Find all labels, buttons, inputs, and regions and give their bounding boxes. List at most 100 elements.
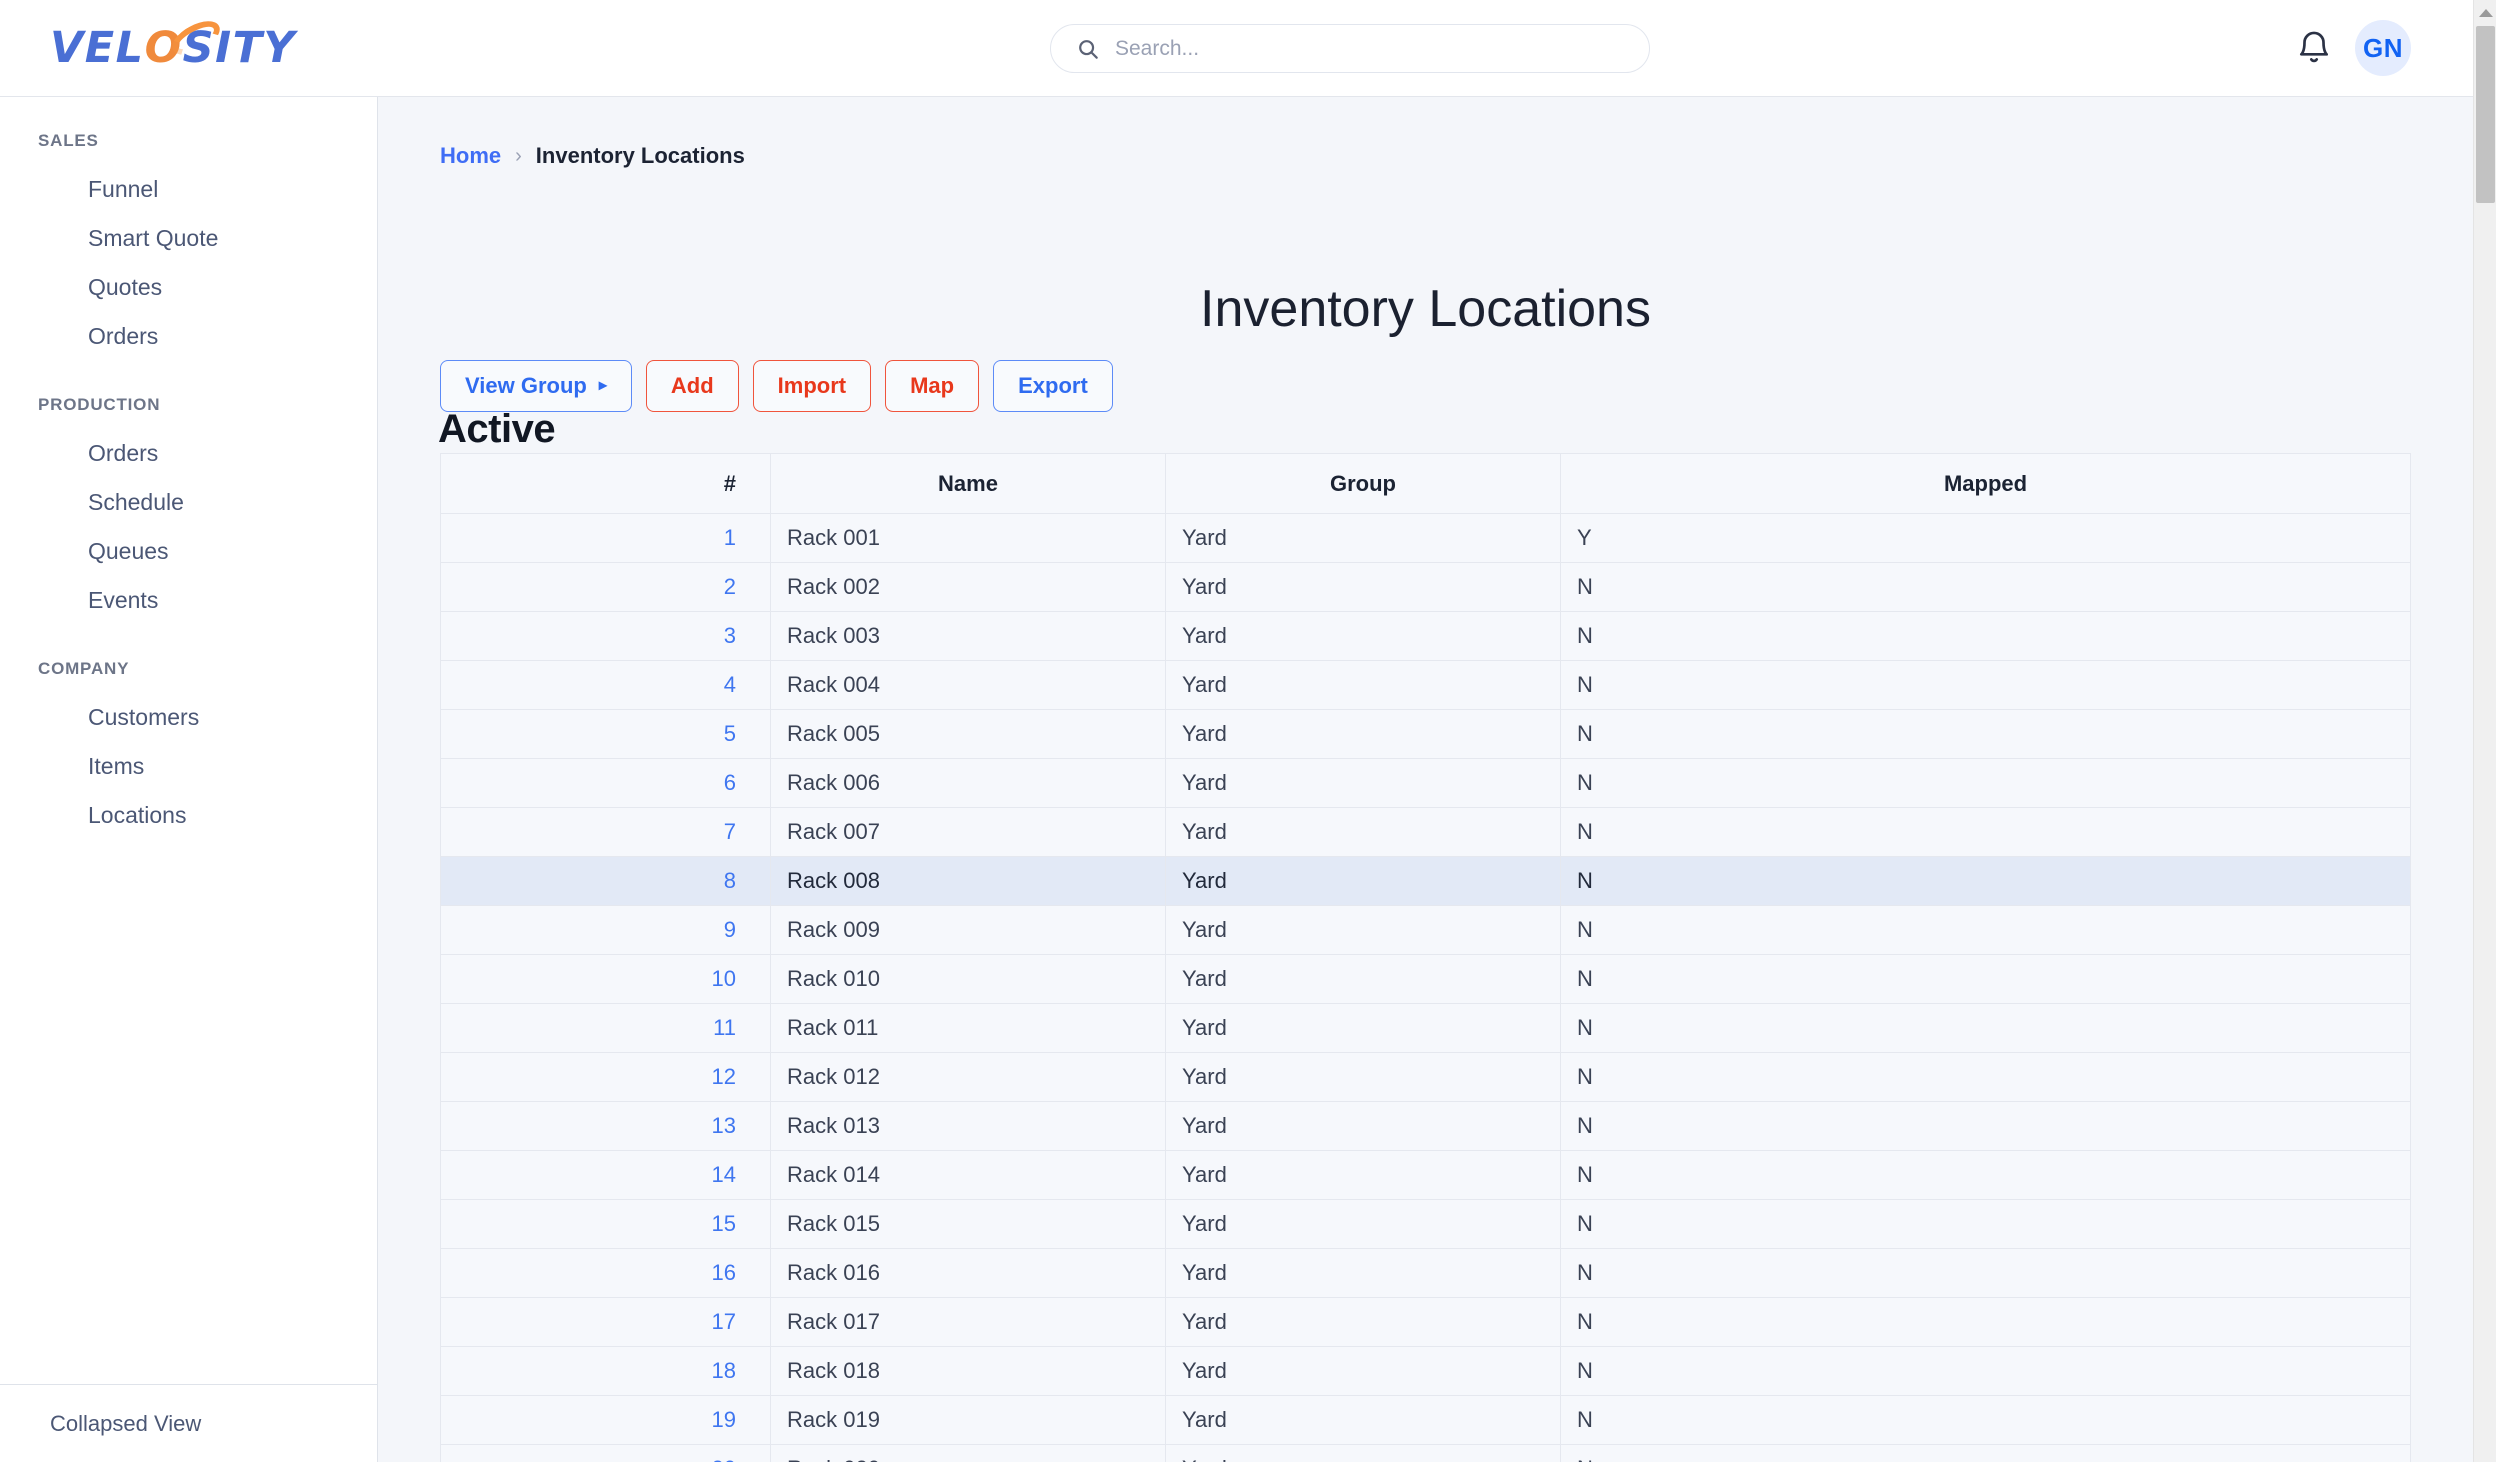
sidebar-item-schedule[interactable]: Schedule [0, 478, 377, 527]
sidebar-item-funnel[interactable]: Funnel [0, 165, 377, 214]
row-number-link[interactable]: 8 [724, 868, 736, 893]
row-number-link[interactable]: 5 [724, 721, 736, 746]
row-number-link[interactable]: 1 [724, 525, 736, 550]
cell-number: 10 [440, 954, 771, 1004]
row-number-link[interactable]: 9 [724, 917, 736, 942]
breadcrumb-current: Inventory Locations [535, 143, 745, 168]
page-title: Inventory Locations [1200, 280, 1651, 338]
scroll-up-arrow-icon[interactable] [2474, 3, 2496, 23]
cell-mapped: N [1560, 660, 2411, 710]
row-number-link[interactable]: 7 [724, 819, 736, 844]
cell-number: 9 [440, 905, 771, 955]
row-number-link[interactable]: 6 [724, 770, 736, 795]
cell-mapped: N [1560, 856, 2411, 906]
sidebar-item-events[interactable]: Events [0, 576, 377, 625]
sidebar-item-production-orders[interactable]: Orders [0, 429, 377, 478]
table-row[interactable]: 11 Rack 011 Yard N [440, 1003, 2411, 1053]
cell-mapped: N [1560, 1248, 2411, 1298]
table-row[interactable]: 1 Rack 001 Yard Y [440, 513, 2411, 563]
row-number-link[interactable]: 10 [712, 966, 736, 991]
row-number-link[interactable]: 4 [724, 672, 736, 697]
cell-number: 12 [440, 1052, 771, 1102]
breadcrumb-home-link[interactable]: Home [440, 143, 501, 169]
brand-logo[interactable]: VELOSITY [50, 14, 310, 76]
row-number-link[interactable]: 11 [713, 1015, 736, 1040]
sidebar-item-items[interactable]: Items [0, 742, 377, 791]
bell-icon[interactable] [2295, 28, 2333, 68]
cell-number: 3 [440, 611, 771, 661]
sidebar-item-queues[interactable]: Queues [0, 527, 377, 576]
add-button[interactable]: Add [645, 360, 739, 412]
table-row[interactable]: 8 Rack 008 Yard N [440, 856, 2411, 906]
search-input[interactable] [1115, 36, 1595, 61]
sidebar-item-quotes[interactable]: Quotes [0, 263, 377, 312]
cell-group: Yard [1165, 513, 1561, 563]
cell-name: Rack 007 [770, 807, 1166, 857]
global-search[interactable] [1050, 24, 1650, 73]
cell-group: Yard [1165, 1003, 1561, 1053]
table-row[interactable]: 14 Rack 014 Yard N [440, 1150, 2411, 1200]
column-header-name[interactable]: Name [770, 453, 1166, 514]
map-button[interactable]: Map [885, 360, 980, 412]
sidebar-item-smart-quote[interactable]: Smart Quote [0, 214, 377, 263]
row-number-link[interactable]: 16 [712, 1260, 736, 1285]
cell-name: Rack 018 [770, 1346, 1166, 1396]
cell-name: Rack 011 [770, 1003, 1166, 1053]
avatar[interactable]: GN [2355, 20, 2411, 76]
row-number-link[interactable]: 15 [712, 1211, 736, 1236]
cell-group: Yard [1165, 1052, 1561, 1102]
table-row[interactable]: 7 Rack 007 Yard N [440, 807, 2411, 857]
table-row[interactable]: 20 Rack 020YardN [440, 1444, 2411, 1462]
table-row[interactable]: 9 Rack 009 Yard N [440, 905, 2411, 955]
row-number-link[interactable]: 12 [712, 1064, 736, 1089]
collapsed-view-toggle[interactable]: Collapsed View [0, 1384, 378, 1462]
cell-mapped: N [1560, 562, 2411, 612]
cell-number: 11 [440, 1003, 771, 1053]
row-number-link[interactable]: 2 [724, 574, 736, 599]
row-number-link[interactable]: 20 [712, 1456, 736, 1462]
vertical-scrollbar[interactable] [2473, 0, 2496, 1462]
cell-number: 18 [440, 1346, 771, 1396]
cell-group: Yard [1165, 1248, 1561, 1298]
column-header-mapped[interactable]: Mapped [1560, 453, 2411, 514]
table-row[interactable]: 13 Rack 013 Yard N [440, 1101, 2411, 1151]
cell-mapped: N [1560, 1101, 2411, 1151]
import-button[interactable]: Import [752, 360, 872, 412]
cell-name: Rack 005 [770, 709, 1166, 759]
table-row[interactable]: 17 Rack 017 Yard N [440, 1297, 2411, 1347]
search-box[interactable] [1050, 24, 1650, 73]
cell-mapped: N [1560, 954, 2411, 1004]
sidebar-item-locations[interactable]: Locations [0, 791, 377, 840]
sidebar-item-customers[interactable]: Customers [0, 693, 377, 742]
table-row[interactable]: 18 Rack 018 Yard N [440, 1346, 2411, 1396]
cell-number: 13 [440, 1101, 771, 1151]
row-number-link[interactable]: 14 [712, 1162, 736, 1187]
table-row[interactable]: 5 Rack 005 Yard N [440, 709, 2411, 759]
table-row[interactable]: 2 Rack 002 Yard N [440, 562, 2411, 612]
cell-name: Rack 010 [770, 954, 1166, 1004]
cell-number: 15 [440, 1199, 771, 1249]
export-button[interactable]: Export [993, 360, 1113, 412]
table-row[interactable]: 10 Rack 010 Yard N [440, 954, 2411, 1004]
brand-logo-text: VELOSITY [50, 14, 296, 73]
table-row[interactable]: 12 Rack 012 Yard N [440, 1052, 2411, 1102]
view-group-button[interactable]: View Group ▸ [440, 360, 632, 412]
cell-number: 5 [440, 709, 771, 759]
sidebar-item-sales-orders[interactable]: Orders [0, 312, 377, 361]
row-number-link[interactable]: 17 [712, 1309, 736, 1334]
avatar-initials: GN [2363, 32, 2403, 63]
table-row[interactable]: 4 Rack 004 Yard N [440, 660, 2411, 710]
table-row[interactable]: 6 Rack 006 Yard N [440, 758, 2411, 808]
row-number-link[interactable]: 19 [712, 1407, 736, 1432]
table-row[interactable]: 3 Rack 003 Yard N [440, 611, 2411, 661]
row-number-link[interactable]: 3 [724, 623, 736, 648]
column-header-group[interactable]: Group [1165, 453, 1561, 514]
table-row[interactable]: 15 Rack 015 Yard N [440, 1199, 2411, 1249]
row-number-link[interactable]: 18 [712, 1358, 736, 1383]
scrollbar-thumb[interactable] [2476, 26, 2495, 203]
cell-mapped: N [1560, 1297, 2411, 1347]
table-row[interactable]: 16 Rack 016 Yard N [440, 1248, 2411, 1298]
table-row[interactable]: 19 Rack 019 Yard N [440, 1395, 2411, 1445]
column-header-number[interactable]: # [440, 453, 771, 514]
row-number-link[interactable]: 13 [712, 1113, 736, 1138]
